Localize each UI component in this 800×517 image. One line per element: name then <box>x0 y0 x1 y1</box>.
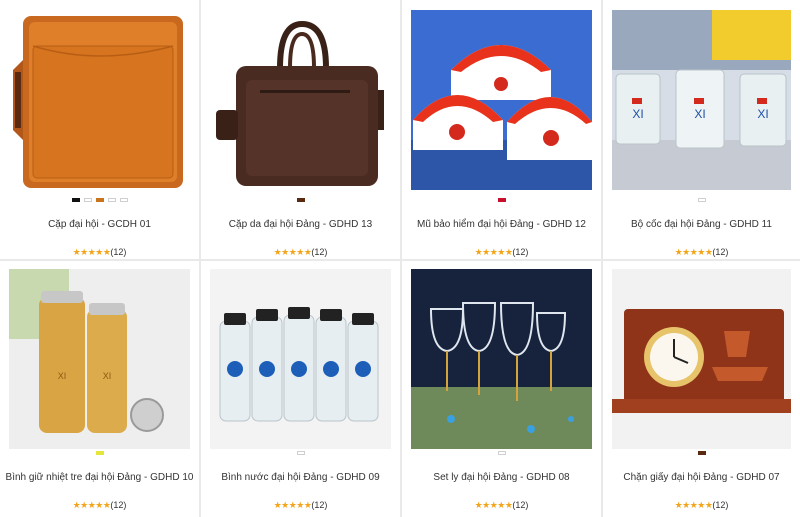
product-card[interactable]: Cặp da đại hội Đảng - GDHD 13 ★★★★★(12) <box>201 0 400 259</box>
review-count: (12) <box>512 247 529 257</box>
product-image[interactable] <box>411 10 592 190</box>
color-swatch[interactable] <box>296 198 305 202</box>
product-rating: ★★★★★(12) <box>603 500 800 511</box>
star-rating-icons: ★★★★★ <box>674 500 713 510</box>
product-card[interactable]: Set ly đại hội Đảng - GDHD 08 ★★★★★(12) <box>402 261 601 517</box>
product-name[interactable]: Bộ cốc đại hội Đảng - GDHD 11 <box>607 219 796 230</box>
color-swatch[interactable] <box>95 198 104 202</box>
color-swatches <box>402 451 601 457</box>
product-card[interactable]: XI XI XI Bộ cốc đại hội Đảng - GDHD 11 ★… <box>603 0 800 259</box>
review-count: (12) <box>110 500 127 510</box>
color-swatches <box>201 451 400 457</box>
product-grid: Cặp đại hội - GCDH 01 ★★★★★(12) Cặp da đ… <box>0 0 800 517</box>
review-count: (12) <box>512 500 529 510</box>
color-swatches <box>603 198 800 204</box>
review-count: (12) <box>311 247 328 257</box>
product-rating: ★★★★★(12) <box>402 500 601 511</box>
review-count: (12) <box>311 500 328 510</box>
color-swatch[interactable] <box>697 451 706 455</box>
svg-text:XI: XI <box>632 107 643 121</box>
product-card[interactable]: Cặp đại hội - GCDH 01 ★★★★★(12) <box>0 0 199 259</box>
color-swatch[interactable] <box>107 198 116 202</box>
star-rating-icons: ★★★★★ <box>474 500 513 510</box>
product-image[interactable] <box>210 10 391 190</box>
product-name[interactable]: Bình nước đại hội Đảng - GDHD 09 <box>205 472 396 483</box>
color-swatches <box>201 198 400 204</box>
product-name[interactable]: Cặp đại hội - GCDH 01 <box>4 219 195 230</box>
product-card[interactable]: Mũ bảo hiểm đại hội Đảng - GDHD 12 ★★★★★… <box>402 0 601 259</box>
color-swatch[interactable] <box>95 451 104 455</box>
color-swatch[interactable] <box>497 451 506 455</box>
star-rating-icons: ★★★★★ <box>674 247 713 257</box>
product-rating: ★★★★★(12) <box>0 500 199 511</box>
color-swatches <box>0 198 199 204</box>
star-rating-icons: ★★★★★ <box>273 247 312 257</box>
product-rating: ★★★★★(12) <box>603 247 800 258</box>
product-image[interactable] <box>612 269 791 449</box>
product-image[interactable] <box>210 269 391 449</box>
star-rating-icons: ★★★★★ <box>72 247 111 257</box>
product-rating: ★★★★★(12) <box>201 500 400 511</box>
product-rating: ★★★★★(12) <box>0 247 199 258</box>
review-count: (12) <box>712 247 729 257</box>
svg-text:XI: XI <box>103 371 112 381</box>
color-swatch[interactable] <box>83 198 92 202</box>
review-count: (12) <box>712 500 729 510</box>
review-count: (12) <box>110 247 127 257</box>
product-image[interactable]: XI XI <box>9 269 190 449</box>
product-image[interactable] <box>411 269 592 449</box>
star-rating-icons: ★★★★★ <box>72 500 111 510</box>
color-swatch[interactable] <box>697 198 706 202</box>
svg-text:XI: XI <box>694 107 705 121</box>
product-card[interactable]: XI XI Bình giữ nhiệt tre đại hội Đảng - … <box>0 261 199 517</box>
product-name[interactable]: Set ly đại hội Đảng - GDHD 08 <box>406 472 597 483</box>
color-swatches <box>603 451 800 457</box>
product-card[interactable]: Bình nước đại hội Đảng - GDHD 09 ★★★★★(1… <box>201 261 400 517</box>
product-rating: ★★★★★(12) <box>402 247 601 258</box>
product-image[interactable] <box>9 10 190 190</box>
product-image[interactable]: XI XI XI <box>612 10 791 190</box>
star-rating-icons: ★★★★★ <box>474 247 513 257</box>
svg-text:XI: XI <box>58 371 67 381</box>
product-name[interactable]: Mũ bảo hiểm đại hội Đảng - GDHD 12 <box>406 219 597 230</box>
color-swatch[interactable] <box>119 198 128 202</box>
product-rating: ★★★★★(12) <box>201 247 400 258</box>
color-swatch[interactable] <box>296 451 305 455</box>
color-swatches <box>0 451 199 457</box>
color-swatch[interactable] <box>497 198 506 202</box>
product-name[interactable]: Cặp da đại hội Đảng - GDHD 13 <box>205 219 396 230</box>
star-rating-icons: ★★★★★ <box>273 500 312 510</box>
color-swatch[interactable] <box>71 198 80 202</box>
color-swatches <box>402 198 601 204</box>
product-name[interactable]: Bình giữ nhiệt tre đại hội Đảng - GDHD 1… <box>4 472 195 483</box>
svg-text:XI: XI <box>757 107 768 121</box>
product-name[interactable]: Chặn giấy đại hội Đảng - GDHD 07 <box>607 472 796 483</box>
product-card[interactable]: Chặn giấy đại hội Đảng - GDHD 07 ★★★★★(1… <box>603 261 800 517</box>
